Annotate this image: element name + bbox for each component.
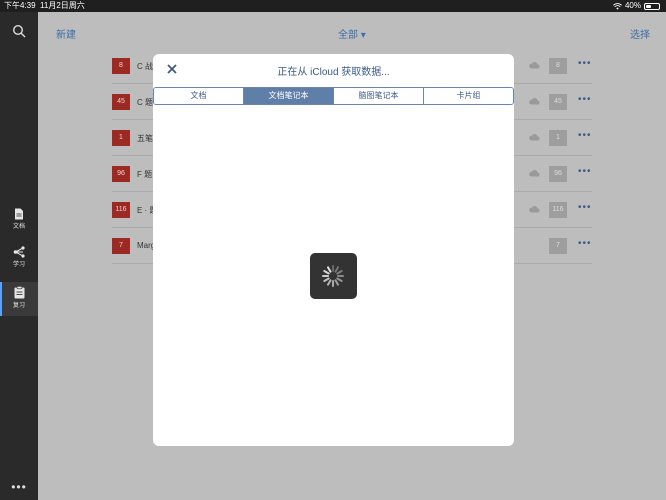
document-icon: [15, 208, 23, 220]
more-options-icon[interactable]: •••: [578, 238, 592, 249]
sidebar-item-label: 学习: [12, 262, 25, 268]
more-options-icon[interactable]: •••: [578, 130, 592, 141]
more-icon[interactable]: •••: [0, 480, 38, 494]
tab-document-notebooks[interactable]: 文档笔记本: [244, 88, 334, 104]
cloud-icon: [529, 206, 540, 213]
segmented-tabs: 文档 文档笔记本 脑图笔记本 卡片组: [153, 87, 514, 105]
more-options-icon[interactable]: •••: [578, 58, 592, 69]
sidebar-item-review[interactable]: 复习: [0, 282, 38, 316]
item-title: C 战: [137, 62, 153, 71]
item-count: 7: [549, 238, 567, 254]
spinner-spoke: [334, 279, 339, 286]
clipboard-icon: [14, 286, 24, 299]
item-count: 1: [549, 130, 567, 146]
status-date: 11月2日周六: [40, 1, 85, 10]
battery-percent: 40%: [624, 1, 641, 10]
item-badge: 8: [112, 58, 130, 74]
status-time: 下午4:39: [4, 1, 36, 10]
item-title: F 题: [137, 170, 153, 179]
item-title: 五笔: [137, 134, 153, 143]
item-badge: 1: [112, 130, 130, 146]
tab-mindmap-notebooks[interactable]: 脑图笔记本: [334, 88, 424, 104]
item-count: 8: [549, 58, 567, 74]
item-badge: 116: [112, 202, 130, 218]
status-bar: 下午4:39 11月2日周六 40%: [0, 0, 666, 12]
dialog-title: 正在从 iCloud 获取数据...: [277, 67, 390, 78]
top-bar: 新建 全部 ▾ 选择: [38, 12, 666, 50]
item-badge: 45: [112, 94, 130, 110]
search-icon[interactable]: [12, 24, 26, 38]
new-button[interactable]: 新建: [56, 26, 76, 41]
sidebar-item-label: 复习: [12, 303, 25, 309]
spinner-spoke: [327, 266, 332, 273]
sidebar-item-documents[interactable]: 文档: [0, 204, 38, 238]
tab-card-groups[interactable]: 卡片组: [424, 88, 513, 104]
status-time-date: 下午4:39 11月2日周六: [4, 0, 85, 12]
spinner-spoke: [334, 266, 339, 273]
loading-indicator: [310, 253, 357, 299]
cloud-icon: [529, 170, 540, 177]
battery-icon: [644, 2, 660, 10]
item-count: 45: [549, 94, 567, 110]
spinner-spoke: [336, 270, 343, 275]
cloud-icon: [529, 62, 540, 69]
battery-fill: [646, 4, 651, 8]
spinner-spoke: [323, 277, 330, 282]
item-badge: 96: [112, 166, 130, 182]
cloud-icon: [529, 134, 540, 141]
item-count: 116: [549, 202, 567, 218]
tab-documents[interactable]: 文档: [154, 88, 244, 104]
cloud-icon: [529, 98, 540, 105]
spinner-spoke: [336, 277, 343, 282]
spinner-spoke: [327, 279, 332, 286]
item-count: 96: [549, 166, 567, 182]
filter-dropdown[interactable]: 全部 ▾: [338, 26, 366, 41]
wifi-icon: [613, 2, 622, 10]
more-options-icon[interactable]: •••: [578, 94, 592, 105]
item-badge: 7: [112, 238, 130, 254]
status-right: 40%: [613, 0, 660, 12]
spinner-spoke: [323, 270, 330, 275]
sidebar-item-label: 文档: [12, 224, 25, 230]
share-network-icon: [13, 246, 25, 258]
spinner-icon: [322, 265, 344, 287]
more-options-icon[interactable]: •••: [578, 166, 592, 177]
sidebar-item-study[interactable]: 学习: [0, 242, 38, 276]
item-title: C 题: [137, 98, 153, 107]
sidebar: 文档 学习 复习 •••: [0, 12, 38, 500]
icloud-fetch-dialog: 正在从 iCloud 获取数据... 文档 文档笔记本 脑图笔记本 卡片组: [153, 54, 514, 446]
more-options-icon[interactable]: •••: [578, 202, 592, 213]
select-button[interactable]: 选择: [630, 26, 650, 41]
